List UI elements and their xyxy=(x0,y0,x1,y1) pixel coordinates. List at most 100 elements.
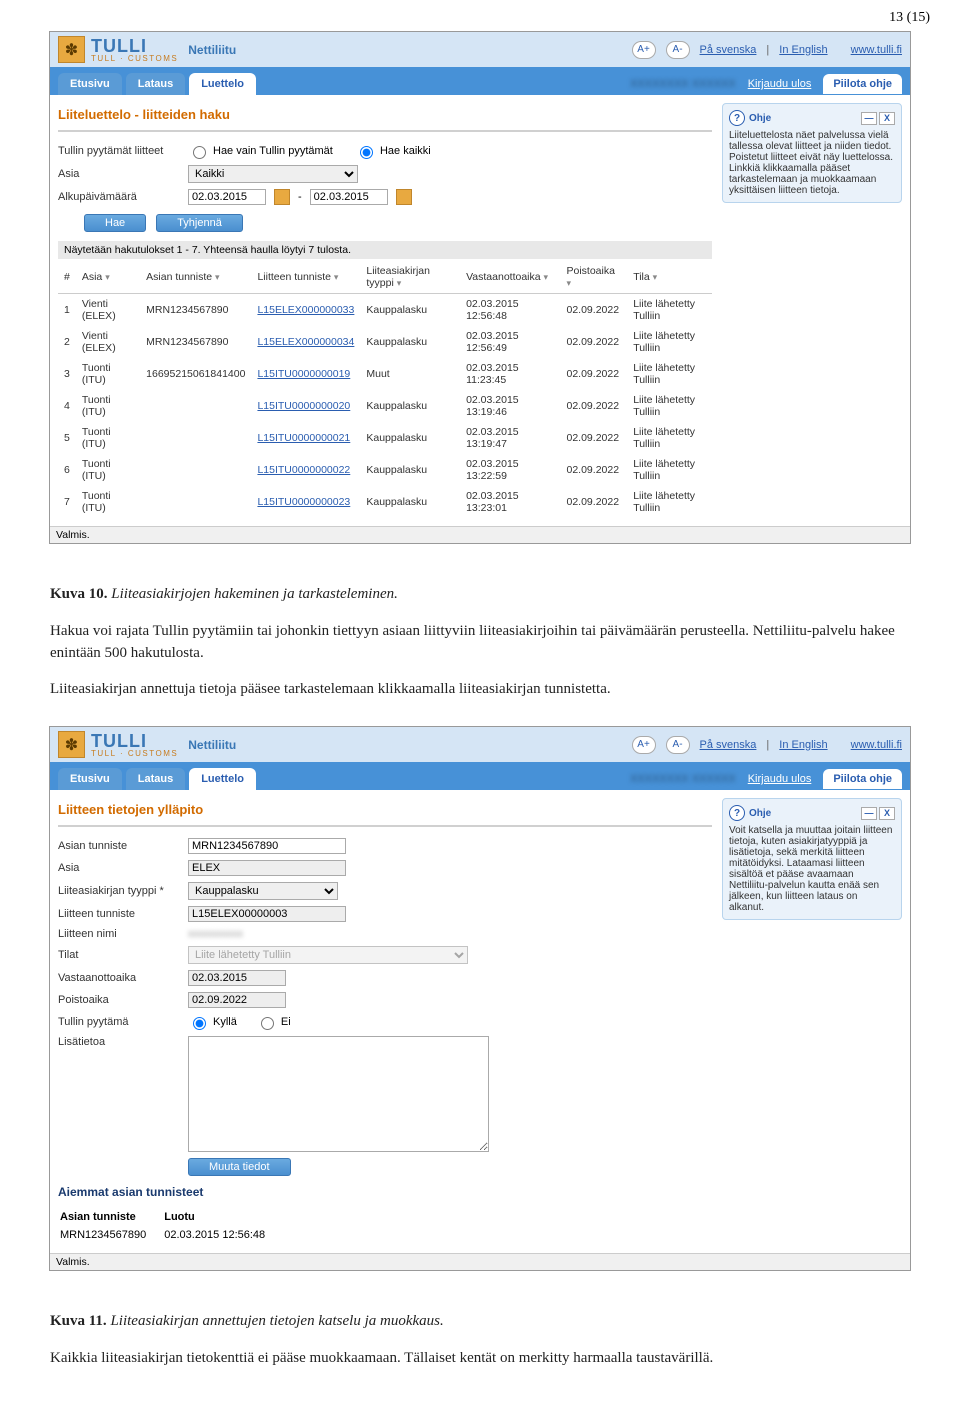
liitteen-tunniste-input xyxy=(188,906,346,922)
tabs-row: Etusivu Lataus Luettelo XXXXXXXX XXXXXX … xyxy=(50,67,910,95)
site-link[interactable]: www.tulli.fi xyxy=(851,44,902,56)
para-2: Liiteasiakirjan annettuja tietoja pääsee… xyxy=(50,679,910,701)
screenshot-yllapito: ✽ TULLI TULL · CUSTOMS Nettiliitu A+ A- … xyxy=(49,726,911,1271)
tab-luettelo[interactable]: Luettelo xyxy=(189,768,256,790)
logout-link[interactable]: Kirjaudu ulos xyxy=(748,773,812,785)
font-increase-button[interactable]: A+ xyxy=(632,736,656,754)
logo-icon: ✽ xyxy=(58,731,85,758)
logo-text: TULLI xyxy=(91,731,147,751)
liite-link[interactable]: L15ELEX000000033 xyxy=(257,304,354,316)
tyhjenna-button[interactable]: Tyhjennä xyxy=(156,214,243,232)
aiemmat-header: Aiemmat asian tunnisteet xyxy=(58,1179,712,1203)
col-aiemmat-luotu: Luotu xyxy=(164,1209,281,1225)
results-info: Näytetään hakutulokset 1 - 7. Yhteensä h… xyxy=(58,241,712,259)
help-icon: ? xyxy=(729,110,745,126)
tyyppi-select[interactable]: Kauppalasku xyxy=(188,882,338,900)
muuta-tiedot-button[interactable]: Muuta tiedot xyxy=(188,1158,291,1176)
col-vastaanotto[interactable]: Vastaanottoaika ▾ xyxy=(460,261,560,294)
logo-text: TULLI xyxy=(91,36,147,56)
logo: ✽ TULLI TULL · CUSTOMS xyxy=(58,36,178,63)
help-text: Voit katsella ja muuttaa joitain liittee… xyxy=(729,825,895,913)
table-row: 2Vienti (ELEX)MRN1234567890L15ELEX000000… xyxy=(58,326,712,358)
col-asian-tunniste[interactable]: Asian tunniste ▾ xyxy=(140,261,251,294)
asian-tunniste-input[interactable] xyxy=(188,838,346,854)
font-decrease-button[interactable]: A- xyxy=(666,41,690,59)
help-title: Ohje xyxy=(749,113,771,124)
tab-etusivu[interactable]: Etusivu xyxy=(58,768,122,790)
minimize-icon[interactable]: — xyxy=(861,807,877,820)
logo: ✽ TULLI TULL · CUSTOMS xyxy=(58,731,178,758)
liite-link[interactable]: L15ITU0000000020 xyxy=(257,400,350,412)
logo-icon: ✽ xyxy=(58,36,85,63)
liite-link[interactable]: L15ELEX000000034 xyxy=(257,336,354,348)
table-row: 3Tuonti (ITU)16695215061841400L15ITU0000… xyxy=(58,358,712,390)
para-3: Kaikkia liiteasiakirjan tietokenttiä ei … xyxy=(50,1348,910,1370)
table-row: 7Tuonti (ITU)L15ITU0000000023Kauppalasku… xyxy=(58,486,712,518)
logo-subtext: TULL · CUSTOMS xyxy=(91,54,178,63)
label-tullin-pyytama: Tullin pyytämä xyxy=(58,1016,188,1028)
app-name: Nettiliitu xyxy=(188,738,236,752)
para-1: Hakua voi rajata Tullin pyytämiin tai jo… xyxy=(50,621,910,665)
col-poistoaika[interactable]: Poistoaika ▾ xyxy=(561,261,628,294)
col-liitteen-tunniste[interactable]: Liitteen tunniste ▾ xyxy=(251,261,360,294)
lang-sv-link[interactable]: På svenska xyxy=(700,44,757,56)
tabs-row: Etusivu Lataus Luettelo XXXXXXXX XXXXXX … xyxy=(50,762,910,790)
help-text: Liiteluettelosta näet palvelussa vielä t… xyxy=(729,130,895,196)
lang-en-link[interactable]: In English xyxy=(779,739,827,751)
radio-ei[interactable]: Ei xyxy=(256,1014,291,1030)
close-icon[interactable]: X xyxy=(879,112,895,125)
col-aiemmat-tunniste: Asian tunniste xyxy=(60,1209,162,1225)
liite-link[interactable]: L15ITU0000000022 xyxy=(257,464,350,476)
hae-button[interactable]: Hae xyxy=(84,214,146,232)
label-poistoaika: Poistoaika xyxy=(58,994,188,1006)
logout-link[interactable]: Kirjaudu ulos xyxy=(748,78,812,90)
hide-help-button[interactable]: Piilota ohje xyxy=(823,74,902,94)
radio-hae-vain[interactable]: Hae vain Tullin pyytämät xyxy=(188,143,333,159)
help-box: ? Ohje — X Liiteluettelosta näet palvelu… xyxy=(722,103,902,203)
col-asia[interactable]: Asia ▾ xyxy=(76,261,140,294)
lang-sv-link[interactable]: På svenska xyxy=(700,739,757,751)
date-from-input[interactable] xyxy=(188,189,266,205)
col-tila[interactable]: Tila ▾ xyxy=(627,261,712,294)
table-row: MRN1234567890 02.03.2015 12:56:48 xyxy=(60,1227,281,1243)
help-icon: ? xyxy=(729,805,745,821)
minimize-icon[interactable]: — xyxy=(861,112,877,125)
hide-help-button[interactable]: Piilota ohje xyxy=(823,769,902,789)
asia-select[interactable]: Kaikki xyxy=(188,165,358,183)
close-icon[interactable]: X xyxy=(879,807,895,820)
liite-link[interactable]: L15ITU0000000021 xyxy=(257,432,350,444)
tab-luettelo[interactable]: Luettelo xyxy=(189,73,256,95)
liite-link[interactable]: L15ITU0000000023 xyxy=(257,496,350,508)
font-increase-button[interactable]: A+ xyxy=(632,41,656,59)
radio-hae-kaikki[interactable]: Hae kaikki xyxy=(355,143,431,159)
font-decrease-button[interactable]: A- xyxy=(666,736,690,754)
asia-input xyxy=(188,860,346,876)
calendar-icon[interactable] xyxy=(274,189,290,205)
tab-lataus[interactable]: Lataus xyxy=(126,768,185,790)
vastaanottoaika-input xyxy=(188,970,286,986)
liite-link[interactable]: L15ITU0000000019 xyxy=(257,368,350,380)
site-link[interactable]: www.tulli.fi xyxy=(851,739,902,751)
radio-kylla[interactable]: Kyllä xyxy=(188,1014,237,1030)
caption-10: Kuva 10. Liiteasiakirjojen hakeminen ja … xyxy=(50,584,910,606)
tilat-select[interactable]: Liite lähetetty Tulliin xyxy=(188,946,468,964)
tab-etusivu[interactable]: Etusivu xyxy=(58,73,122,95)
app-name: Nettiliitu xyxy=(188,43,236,57)
lisatietoa-textarea[interactable] xyxy=(188,1036,489,1152)
col-tyyppi[interactable]: Liiteasiakirjan tyyppi ▾ xyxy=(360,261,460,294)
user-name-blurred: XXXXXXXX XXXXXX xyxy=(630,78,736,90)
label-tullin-pyytamat: Tullin pyytämät liitteet xyxy=(58,145,188,157)
col-num[interactable]: # xyxy=(58,261,76,294)
label-asia: Asia xyxy=(58,862,188,874)
date-to-input[interactable] xyxy=(310,189,388,205)
calendar-icon[interactable] xyxy=(396,189,412,205)
app-header: ✽ TULLI TULL · CUSTOMS Nettiliitu A+ A- … xyxy=(50,727,910,762)
app-header: ✽ TULLI TULL · CUSTOMS Nettiliitu A+ A- … xyxy=(50,32,910,67)
label-lisatietoa: Lisätietoa xyxy=(58,1036,188,1048)
table-row: 5Tuonti (ITU)L15ITU0000000021Kauppalasku… xyxy=(58,422,712,454)
page-number: 13 (15) xyxy=(0,0,960,31)
label-liitteen-nimi: Liitteen nimi xyxy=(58,928,188,940)
tab-lataus[interactable]: Lataus xyxy=(126,73,185,95)
lang-en-link[interactable]: In English xyxy=(779,44,827,56)
caption-11: Kuva 11. Liiteasiakirjan annettujen tiet… xyxy=(50,1311,910,1333)
